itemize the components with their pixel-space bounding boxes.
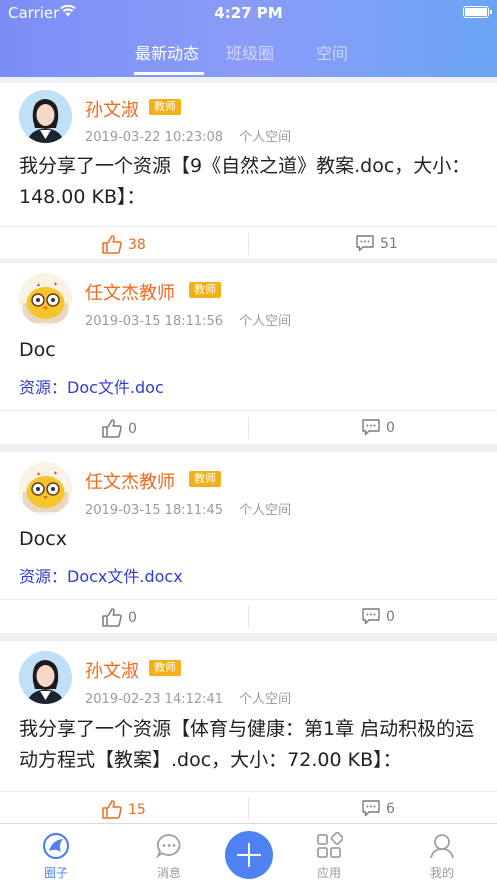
comment-count: 0 — [386, 419, 395, 436]
comment-icon — [362, 419, 380, 436]
thumbs-up-icon — [102, 235, 122, 254]
thumbs-up-icon — [102, 608, 122, 627]
post-content: Docx — [19, 528, 67, 550]
role-badge: 教师 — [189, 471, 221, 487]
thumbs-up-icon — [102, 800, 122, 819]
top-tabs: 最新动态 班级圈 空间 — [0, 36, 497, 77]
action-divider — [248, 606, 249, 628]
tab-latest-feed[interactable]: 最新动态 — [135, 40, 199, 64]
post-actions: 15 6 — [0, 791, 497, 823]
post-card: 任文杰教师 教师 2019-03-15 18:11:56 个人空间 Doc 资源：… — [0, 263, 497, 444]
resource-label: 资源： — [19, 567, 68, 586]
role-badge: 教师 — [149, 660, 181, 676]
like-count: 15 — [128, 801, 146, 818]
tabbar-label: 圈子 — [43, 866, 68, 880]
comment-icon — [356, 235, 374, 252]
author-name[interactable]: 孙文淑 — [85, 96, 139, 122]
post-actions: 0 0 — [0, 410, 497, 443]
action-divider — [248, 417, 249, 439]
action-divider — [248, 233, 249, 255]
bottom-tab-bar: 圈子 消息 应用 我的 — [0, 823, 497, 883]
author-name[interactable]: 任文杰教师 — [85, 468, 175, 494]
role-badge: 教师 — [149, 99, 181, 115]
post-datetime: 2019-03-15 18:11:45 — [85, 503, 224, 518]
like-button[interactable]: 0 — [102, 608, 137, 627]
post-actions: 38 51 — [0, 226, 497, 259]
battery-icon — [463, 6, 492, 18]
tabbar-item-apps[interactable]: 应用 — [299, 832, 359, 881]
tabbar-label: 消息 — [156, 866, 181, 880]
resource-label: 资源： — [19, 378, 68, 397]
clock: 4:27 PM — [214, 4, 283, 22]
status-bar: Carrier 4:27 PM — [0, 0, 497, 26]
tab-class-circle[interactable]: 班级圈 — [226, 40, 274, 64]
post-card: 孙文淑 教师 2019-03-22 10:23:08 个人空间 我分享了一个资源【… — [0, 83, 497, 259]
girl-portrait-avatar-icon — [19, 90, 72, 143]
post-location: 个人空间 — [239, 130, 292, 145]
like-count: 0 — [128, 420, 137, 437]
comment-button[interactable]: 51 — [356, 235, 398, 252]
profile-icon — [430, 834, 454, 859]
post-content: 我分享了一个资源【9《自然之道》教案.doc，大小：148.00 KB】： — [19, 155, 471, 208]
role-badge: 教师 — [189, 282, 221, 298]
post-card: 孙文淑 教师 2019-02-23 14:12:41 个人空间 我分享了一个资源【… — [0, 641, 497, 823]
post-datetime: 2019-02-23 14:12:41 — [85, 692, 224, 707]
tabbar-item-circle[interactable]: 圈子 — [26, 832, 86, 881]
comment-icon — [362, 800, 380, 817]
cartoon-owl-avatar-icon — [19, 273, 72, 326]
tabbar-item-profile[interactable]: 我的 — [412, 832, 472, 881]
post-datetime: 2019-03-22 10:23:08 — [85, 130, 224, 145]
tabbar-item-messages[interactable]: 消息 — [139, 832, 199, 881]
author-avatar[interactable] — [19, 651, 72, 704]
author-avatar[interactable] — [19, 90, 72, 143]
resource-link-row[interactable]: 资源：Doc文件.doc — [19, 374, 164, 398]
post-location: 个人空间 — [239, 503, 292, 518]
resource-link[interactable]: Docx文件.docx — [67, 567, 183, 586]
active-tab-indicator — [134, 72, 204, 75]
post-location: 个人空间 — [239, 692, 292, 707]
post-content: Doc — [19, 339, 56, 361]
post-meta: 2019-03-15 18:11:45 个人空间 — [85, 499, 291, 518]
circle-icon — [42, 832, 70, 860]
comment-count: 51 — [380, 235, 398, 252]
comment-button[interactable]: 6 — [362, 800, 395, 817]
like-count: 38 — [128, 236, 146, 253]
comment-icon — [362, 608, 380, 625]
author-avatar[interactable] — [19, 273, 72, 326]
tabbar-label: 应用 — [316, 866, 341, 880]
comment-count: 6 — [386, 800, 395, 817]
like-button[interactable]: 15 — [102, 800, 146, 819]
post-meta: 2019-02-23 14:12:41 个人空间 — [85, 688, 291, 707]
tabbar-label: 我的 — [429, 866, 454, 880]
author-name[interactable]: 孙文淑 — [85, 657, 139, 683]
post-meta: 2019-03-15 18:11:56 个人空间 — [85, 310, 291, 329]
tab-space[interactable]: 空间 — [316, 40, 348, 64]
compose-plus-button[interactable] — [225, 831, 273, 879]
like-count: 0 — [128, 609, 137, 626]
action-divider — [248, 798, 249, 820]
post-location: 个人空间 — [239, 314, 292, 329]
resource-link-row[interactable]: 资源：Docx文件.docx — [19, 563, 183, 587]
cartoon-owl-avatar-icon — [19, 462, 72, 515]
post-datetime: 2019-03-15 18:11:56 — [85, 314, 224, 329]
feed-list[interactable]: 孙文淑 教师 2019-03-22 10:23:08 个人空间 我分享了一个资源【… — [0, 77, 497, 823]
comment-count: 0 — [386, 608, 395, 625]
post-meta: 2019-03-22 10:23:08 个人空间 — [85, 126, 291, 145]
comment-button[interactable]: 0 — [362, 608, 395, 625]
top-header: Carrier 4:27 PM 最新动态 班级圈 空间 — [0, 0, 497, 77]
post-card: 任文杰教师 教师 2019-03-15 18:11:45 个人空间 Docx 资源… — [0, 452, 497, 633]
comment-button[interactable]: 0 — [362, 419, 395, 436]
thumbs-up-icon — [102, 419, 122, 438]
apps-icon — [317, 832, 343, 858]
resource-link[interactable]: Doc文件.doc — [67, 378, 164, 397]
author-avatar[interactable] — [19, 462, 72, 515]
like-button[interactable]: 0 — [102, 419, 137, 438]
like-button[interactable]: 38 — [102, 235, 146, 254]
message-icon — [155, 834, 181, 859]
post-content: 我分享了一个资源【体育与健康：第1章 启动积极的运动方程式【教案】.doc，大小… — [19, 718, 475, 771]
author-name[interactable]: 任文杰教师 — [85, 279, 175, 305]
post-actions: 0 0 — [0, 599, 497, 632]
girl-portrait-avatar-icon — [19, 651, 72, 704]
